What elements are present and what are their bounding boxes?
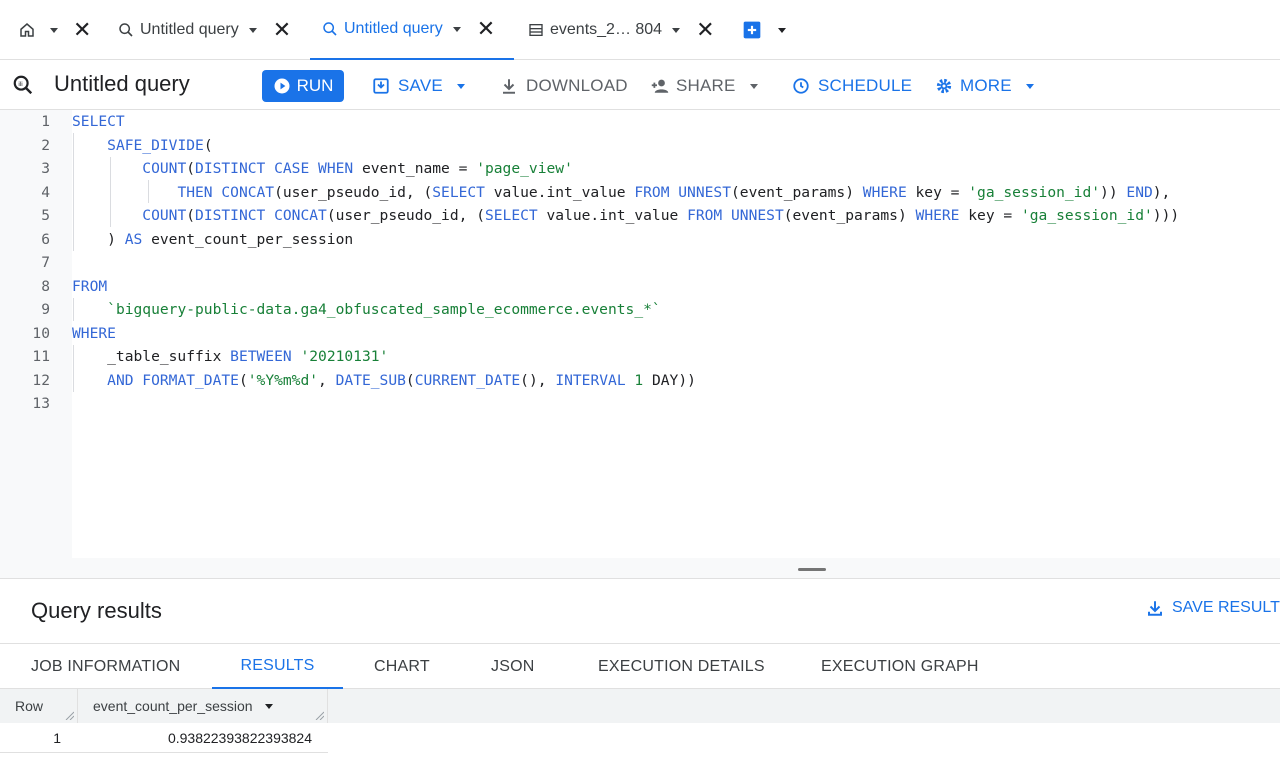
chevron-down-icon[interactable] xyxy=(264,703,273,709)
line-number: 5 xyxy=(41,207,50,224)
tab-untitled-query-2[interactable]: Untitled query ✕ xyxy=(310,0,514,60)
code-line: 8 FROM xyxy=(0,275,1280,299)
save-results-label: SAVE RESULTS xyxy=(1172,599,1280,616)
column-header-row: Row xyxy=(0,689,78,723)
sql-editor[interactable]: 1 SELECT 2 SAFE_DIVIDE( 3 COUNT(DISTINCT … xyxy=(0,110,1280,558)
page-title: Untitled query xyxy=(54,71,190,96)
chevron-down-icon[interactable] xyxy=(778,27,786,33)
tab-chart[interactable]: CHART xyxy=(374,644,430,690)
query-icon xyxy=(119,23,133,37)
line-number: 1 xyxy=(41,113,50,130)
code-line: 3 COUNT(DISTINCT CASE WHEN event_name = … xyxy=(0,157,1280,181)
home-tab[interactable]: ✕ xyxy=(18,0,91,60)
save-results-button[interactable]: SAVE RESULTS xyxy=(1146,599,1280,617)
share-button[interactable]: SHARE xyxy=(650,70,758,102)
chevron-down-icon xyxy=(749,83,758,89)
svg-text:ili: ili xyxy=(18,81,22,88)
line-number: 12 xyxy=(32,371,50,389)
tab-untitled-query-1[interactable]: Untitled query ✕ xyxy=(118,0,291,60)
tab-events-table[interactable]: events_2… 804 ✕ xyxy=(528,0,715,60)
close-icon[interactable]: ✕ xyxy=(477,18,495,40)
code-line: 13 xyxy=(0,392,1280,416)
line-number: 13 xyxy=(32,395,50,412)
tab-execution-graph[interactable]: EXECUTION GRAPH xyxy=(821,644,979,690)
person-add-icon xyxy=(651,79,669,93)
tab-job-information[interactable]: JOB INFORMATION xyxy=(31,644,180,690)
table-cell: 0.93822393822393824 xyxy=(78,723,328,753)
line-number: 4 xyxy=(41,183,50,201)
download-label: DOWNLOAD xyxy=(526,76,628,95)
save-icon xyxy=(373,78,389,94)
tab-bar: ✕ Untitled query ✕ Untitled query ✕ even… xyxy=(0,0,1280,60)
tab-label: Untitled query xyxy=(344,20,443,37)
run-label: RUN xyxy=(296,76,334,95)
line-number: 9 xyxy=(41,301,50,318)
results-tabs: JOB INFORMATION RESULTS CHART JSON EXECU… xyxy=(0,643,1280,690)
line-number: 3 xyxy=(41,160,50,177)
new-tab-button[interactable] xyxy=(742,0,786,60)
download-button[interactable]: DOWNLOAD xyxy=(500,70,628,102)
resize-handle-icon[interactable] xyxy=(64,710,74,720)
close-icon[interactable]: ✕ xyxy=(273,19,291,41)
code-line: 9 `bigquery-public-data.ga4_obfuscated_s… xyxy=(0,298,1280,322)
save-label: SAVE xyxy=(398,76,443,95)
chevron-down-icon[interactable] xyxy=(248,27,257,33)
code-line: 11 _table_suffix BETWEEN '20210131' xyxy=(0,345,1280,369)
query-toolbar: ili Untitled query SAVE DOWNLOAD SHARE S… xyxy=(0,60,1280,110)
schedule-button[interactable]: SCHEDULE xyxy=(792,70,912,102)
chevron-down-icon[interactable] xyxy=(50,27,58,33)
more-button[interactable]: MORE xyxy=(935,70,1034,102)
chevron-down-icon xyxy=(1025,83,1034,89)
query-icon: ili xyxy=(13,75,33,95)
column-header-event-count[interactable]: event_count_per_session xyxy=(78,689,328,723)
line-number: 8 xyxy=(41,277,50,295)
line-number: 2 xyxy=(41,136,50,154)
share-label: SHARE xyxy=(676,76,736,95)
code-line: 4 THEN CONCAT(user_pseudo_id, (SELECT va… xyxy=(0,181,1280,205)
code-line: 12 AND FORMAT_DATE('%Y%m%d', DATE_SUB(CU… xyxy=(0,369,1280,393)
schedule-label: SCHEDULE xyxy=(818,76,913,95)
chevron-down-icon xyxy=(456,83,465,89)
resize-handle-icon[interactable] xyxy=(314,710,324,720)
tab-execution-details[interactable]: EXECUTION DETAILS xyxy=(598,644,765,690)
code-line: 1 SELECT xyxy=(0,110,1280,134)
pane-splitter[interactable] xyxy=(0,558,1280,578)
drag-handle-icon[interactable] xyxy=(798,568,826,571)
chevron-down-icon[interactable] xyxy=(672,27,681,33)
tab-label: Untitled query xyxy=(140,21,239,38)
header-filler xyxy=(328,689,1280,723)
play-icon xyxy=(274,78,290,94)
save-icon xyxy=(1148,601,1162,616)
run-button[interactable]: RUN xyxy=(262,70,344,102)
code-line: 7 xyxy=(0,251,1280,275)
line-number: 11 xyxy=(32,348,50,365)
chevron-down-icon[interactable] xyxy=(452,26,461,32)
close-icon[interactable]: ✕ xyxy=(696,19,714,41)
line-number: 10 xyxy=(32,324,50,342)
column-header-label: event_count_per_session xyxy=(93,698,253,714)
close-icon[interactable]: ✕ xyxy=(73,19,91,41)
code-line: 2 SAFE_DIVIDE( xyxy=(0,134,1280,158)
tab-json[interactable]: JSON xyxy=(491,644,534,690)
save-button[interactable]: SAVE xyxy=(372,70,465,102)
code-line: 5 COUNT(DISTINCT CONCAT(user_pseudo_id, … xyxy=(0,204,1280,228)
row-number-cell: 1 xyxy=(0,723,78,753)
clock-icon xyxy=(793,78,809,94)
results-title: Query results xyxy=(31,598,162,623)
code-line: 6 ) AS event_count_per_session xyxy=(0,228,1280,252)
more-label: MORE xyxy=(960,76,1012,95)
tab-label: events_2… 804 xyxy=(550,21,663,38)
table-icon xyxy=(529,24,543,36)
query-icon xyxy=(323,22,337,36)
download-icon xyxy=(503,79,515,94)
line-number: 6 xyxy=(41,230,50,248)
line-number: 7 xyxy=(41,254,50,271)
code-line: 10 WHERE xyxy=(0,322,1280,346)
add-box-icon xyxy=(743,21,761,39)
results-panel: Query results SAVE RESULTS JOB INFORMATI… xyxy=(0,578,1280,768)
column-header-label: Row xyxy=(15,698,44,714)
gear-icon xyxy=(936,78,952,94)
home-icon xyxy=(20,23,34,37)
tab-results[interactable]: RESULTS xyxy=(212,644,343,690)
